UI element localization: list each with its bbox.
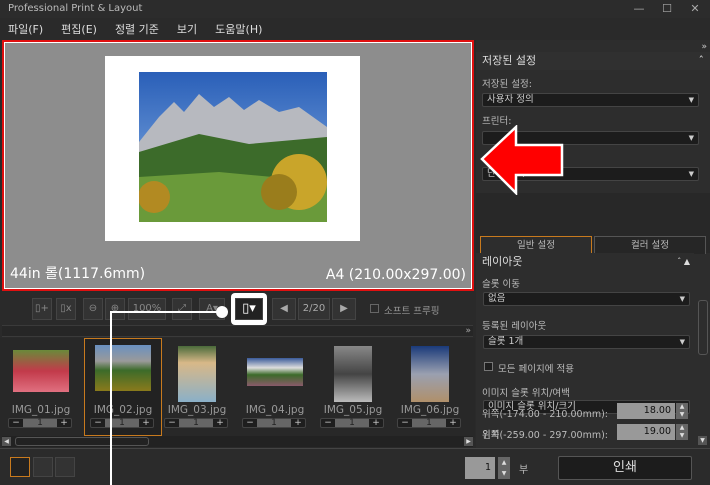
add-page-button[interactable]: ▯+: [32, 298, 52, 320]
left-offset-label: 왼쪽(-259.00 - 297.00mm):: [482, 430, 608, 441]
thumbnail-item[interactable]: IMG_04.jpg −1 +: [236, 338, 314, 436]
copies-stepper[interactable]: −1 +: [90, 418, 154, 428]
slot-position-label: 이미지 슬롯 위치/여백: [482, 388, 570, 399]
view-mode-single-button[interactable]: [10, 457, 30, 477]
menu-edit[interactable]: 편집(E): [61, 21, 97, 37]
menu-help[interactable]: 도움말(H): [215, 21, 262, 37]
thumbnail-item-selected[interactable]: IMG_02.jpg −1 +: [84, 338, 162, 436]
scroll-left-button[interactable]: ◀: [2, 437, 11, 446]
panel-scroll-down-button[interactable]: ▼: [698, 436, 707, 445]
apply-all-checkbox[interactable]: [484, 362, 493, 371]
print-preview[interactable]: 44in 롤(1117.6mm) A4 (210.00x297.00): [2, 40, 474, 291]
apply-all-label: 모든 페이지에 적용: [498, 364, 574, 375]
zoom-select[interactable]: 100%: [128, 298, 166, 320]
photo-preview: [139, 72, 327, 222]
copies-stepper[interactable]: −1 +: [8, 418, 72, 428]
window-title: Professional Print & Layout: [8, 3, 143, 14]
callout-line: [110, 311, 222, 313]
page-indicator: 2/20: [298, 298, 330, 320]
chevron-up-icon: ˆ: [698, 54, 705, 67]
paper-size-label: A4 (210.00x297.00): [325, 267, 466, 283]
copies-stepper[interactable]: −1 +: [164, 418, 228, 428]
registered-layout-select[interactable]: 슬롯 1개: [483, 335, 690, 349]
thumbnail-name: IMG_05.jpg: [323, 404, 383, 416]
roll-size-label: 44in 롤(1117.6mm): [10, 266, 146, 282]
collapse-panel-icon[interactable]: »: [701, 42, 707, 52]
top-offset-spinner[interactable]: ▲ ▼: [676, 403, 688, 419]
thumbnail-name: IMG_03.jpg: [167, 404, 227, 416]
print-button[interactable]: 인쇄: [558, 456, 692, 480]
top-offset-label: 위쪽(-174.00 - 210.00mm):: [482, 409, 608, 420]
chevron-up-icon: ˆ ▲: [677, 257, 690, 266]
left-offset-input[interactable]: 19.00: [617, 424, 675, 440]
saved-settings-header[interactable]: 저장된 설정 ˆ: [476, 52, 710, 70]
thumbnail-image: [247, 358, 303, 386]
next-page-button[interactable]: ▶: [332, 298, 356, 320]
title-bar: Professional Print & Layout: [0, 0, 710, 18]
minimize-button[interactable]: —: [624, 0, 654, 18]
red-arrow-annotation: [480, 125, 564, 195]
registered-layout-label: 등록된 레이아웃: [482, 321, 547, 332]
menu-sort[interactable]: 정렬 기준: [115, 21, 159, 37]
thumbnail-strip-toggle[interactable]: »: [2, 325, 473, 337]
saved-settings-label: 저장된 설정:: [482, 79, 532, 90]
fit-button[interactable]: ⤢: [172, 298, 192, 320]
scroll-thumb[interactable]: [15, 437, 149, 446]
soft-proof-label: 소프트 프루핑: [384, 306, 440, 317]
view-mode-wide-button[interactable]: [33, 457, 53, 477]
copies-input[interactable]: 1: [465, 457, 495, 479]
thumbnail-image: [95, 345, 151, 391]
left-offset-spinner[interactable]: ▲ ▼: [676, 424, 688, 440]
thumbnail-name: IMG_01.jpg: [11, 404, 71, 416]
thumbnail-name: IMG_04.jpg: [245, 404, 305, 416]
paper-preview: [105, 56, 360, 241]
zoom-out-button[interactable]: ⊖: [83, 298, 103, 320]
bottom-bar: 1 ▲ ▼ 부 인쇄: [0, 448, 710, 485]
top-offset-input[interactable]: 18.00: [617, 403, 675, 419]
page-layout-button[interactable]: ▯▾: [235, 298, 263, 320]
copies-unit: 부: [519, 465, 529, 476]
callout-dot: [216, 306, 228, 318]
close-button[interactable]: ✕: [680, 0, 710, 18]
layout-header[interactable]: 레이아웃 ˆ ▲: [476, 253, 694, 271]
thumbnail-strip: IMG_01.jpg −1 + IMG_02.jpg −1 + IMG_03.jpg…: [0, 338, 475, 438]
maximize-button[interactable]: ☐: [652, 0, 682, 18]
soft-proof-checkbox[interactable]: [370, 304, 379, 313]
view-mode-split-button[interactable]: [55, 457, 75, 477]
copies-stepper[interactable]: −1 +: [397, 418, 461, 428]
thumbnail-image: [411, 346, 449, 402]
slot-move-select[interactable]: 없음: [483, 292, 690, 306]
saved-settings-select[interactable]: 사용자 정의: [482, 93, 699, 107]
settings-panel: » 저장된 설정ˆ 저장된 설정: 사용자 정의 프린터: 단면 위치 일반 설…: [476, 40, 710, 448]
thumbnail-scrollbar[interactable]: ◀ ▶: [2, 436, 473, 447]
delete-page-button[interactable]: ▯x: [56, 298, 76, 320]
copies-stepper[interactable]: −1 +: [242, 418, 306, 428]
menu-view[interactable]: 보기: [177, 21, 197, 37]
thumbnail-item[interactable]: IMG_01.jpg −1 +: [2, 338, 80, 436]
callout-line: [110, 311, 112, 485]
menu-bar: 파일(F) 편집(E) 정렬 기준 보기 도움말(H): [0, 18, 710, 40]
tab-color-settings[interactable]: 컬러 설정: [594, 236, 706, 254]
thumbnail-item[interactable]: IMG_06.jpg −1 +: [391, 338, 469, 436]
thumbnail-name: IMG_06.jpg: [400, 404, 460, 416]
prev-page-button[interactable]: ◀: [272, 298, 296, 320]
thumbnail-image: [334, 346, 372, 402]
thumbnail-image: [13, 350, 69, 392]
zoom-in-button[interactable]: ⊕: [105, 298, 125, 320]
thumbnail-name: IMG_02.jpg: [93, 404, 153, 416]
tab-general-settings[interactable]: 일반 설정: [480, 236, 592, 254]
copies-stepper[interactable]: −1 +: [320, 418, 384, 428]
thumbnail-item[interactable]: IMG_03.jpg −1 +: [158, 338, 236, 436]
scroll-right-button[interactable]: ▶: [464, 437, 473, 446]
menu-file[interactable]: 파일(F): [8, 21, 43, 37]
copies-spinner[interactable]: ▲ ▼: [498, 457, 510, 479]
slot-move-label: 슬롯 이동: [482, 279, 520, 290]
panel-scrollbar-thumb[interactable]: [698, 300, 708, 355]
toolbar: ▯+ ▯x ⊖ ⊕ 100% ⤢ A▾ ▯▾ ◀ 2/20 ▶ 소프트 프루핑: [0, 293, 475, 325]
thumbnail-image: [178, 346, 216, 402]
thumbnail-item[interactable]: IMG_05.jpg −1 +: [314, 338, 392, 436]
